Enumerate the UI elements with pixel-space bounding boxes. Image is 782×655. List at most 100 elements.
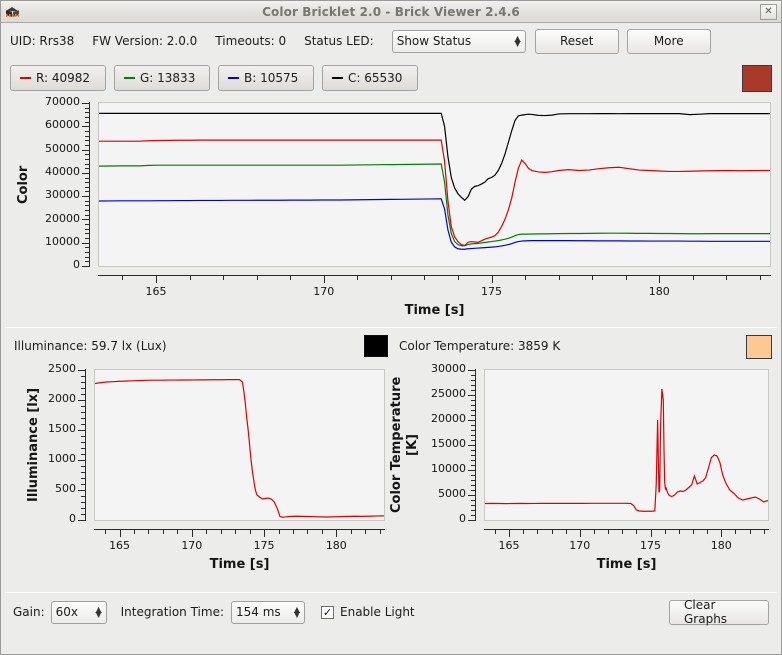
color-y-minor-tick [85, 187, 89, 188]
color_temperature-y-minor-tick [471, 380, 475, 381]
illuminance-x-major-tick [120, 530, 121, 537]
enable-light-checkbox[interactable]: ✓ [321, 605, 334, 619]
color-traces [99, 112, 770, 250]
color_temperature-x-tick-label: 175 [640, 539, 662, 552]
illuminance-x-minor-tick [279, 530, 280, 534]
legend-button-b[interactable]: B: 10575 [218, 65, 314, 91]
color_temperature-x-major-tick [509, 530, 510, 537]
color_temperature-x-minor-tick [537, 530, 538, 534]
illuminance-x-minor-tick [177, 530, 178, 534]
color-y-major-tick [82, 196, 89, 197]
color_temperature-y-minor-tick [471, 415, 475, 416]
color_temperature-y-minor-tick [471, 455, 475, 456]
color_temperature-y-minor-tick [471, 510, 475, 511]
settings-bar: Gain: 60x ▲ ▼ Integration Time: 154 ms ▲ ▼… [1, 593, 781, 631]
illuminance-x-tick-label: 175 [253, 539, 275, 552]
color-x-minor-tick [626, 276, 627, 280]
color_temperature-x-minor-tick [622, 530, 623, 534]
illuminance-swatch [364, 335, 388, 357]
illuminance-x-major-tick [192, 530, 193, 537]
color-x-minor-tick [592, 276, 593, 280]
color_temperature-y-minor-tick [471, 390, 475, 391]
legend-button-c[interactable]: C: 65530 [322, 65, 418, 91]
color_temperature-x-minor-tick [594, 530, 595, 534]
color_temperature-x-major-tick [580, 530, 581, 537]
color_temperature-y-minor-tick [471, 435, 475, 436]
color_temperature-y-major-tick [468, 395, 475, 396]
illuminance-y-axis-title: Illuminance [lx] [26, 387, 41, 503]
status-led-value: Show Status [396, 34, 472, 48]
color-y-major-tick [82, 219, 89, 220]
bottom-charts: 0 500 1000 1500 2000 2500 165 170 175 180 Illumina… [1, 362, 781, 592]
more-button[interactable]: More [626, 28, 711, 54]
color-x-axis-line [98, 275, 771, 276]
illuminance-x-axis-title: Time [s] [209, 557, 270, 572]
illuminance-x-tick-label: 170 [181, 539, 203, 552]
status-led-select[interactable]: Show Status ▲ ▼ [391, 29, 526, 53]
illuminance-y-minor-tick [81, 436, 85, 437]
color_temperature-y-minor-tick [471, 440, 475, 441]
color-x-minor-tick [223, 276, 224, 280]
illuminance-y-minor-tick [81, 388, 85, 389]
color_temperature-x-tick-label: 180 [710, 539, 732, 552]
integration-time-select[interactable]: 154 ms ▲ ▼ [231, 600, 305, 624]
color-x-tick-label: 180 [648, 285, 670, 298]
color-x-minor-tick [559, 276, 560, 280]
color-plot-area [98, 102, 771, 267]
color-chart: 0 10000 20000 30000 40000 50000 60000 70000 165 1… [1, 95, 781, 327]
illuminance-x-minor-tick [293, 530, 294, 534]
legend-color-swatch-c [332, 77, 343, 79]
color-y-minor-tick [85, 201, 89, 202]
illuminance-x-tick-label: 180 [325, 539, 347, 552]
color-x-minor-tick [290, 276, 291, 280]
color-x-major-tick [659, 276, 660, 283]
firmware-version-label: FW Version: 2.0.0 [92, 34, 198, 48]
illuminance-y-tick-label: 0 [69, 512, 76, 526]
color-y-tick-label: 30000 [45, 188, 80, 202]
chevron-updown-icon: ▲ ▼ [95, 605, 102, 619]
color-x-tick-label: 170 [313, 285, 335, 298]
illuminance-x-minor-tick [148, 530, 149, 534]
color-y-minor-tick [85, 117, 89, 118]
gain-select[interactable]: 60x ▲ ▼ [50, 600, 107, 624]
illuminance-traces [95, 379, 384, 518]
color-y-minor-tick [85, 140, 89, 141]
color_temperature-x-minor-tick [750, 530, 751, 534]
color_temperature-x-minor-tick [608, 530, 609, 534]
legend-button-r[interactable]: R: 40982 [10, 65, 106, 91]
gain-label: Gain: [13, 605, 45, 619]
illuminance-y-minor-tick [81, 448, 85, 449]
color-temperature-swatch [746, 335, 772, 359]
illuminance-y-tick-label: 2000 [48, 392, 76, 406]
illuminance-x-minor-tick [380, 530, 381, 534]
color_temperature-x-tick-label: 170 [569, 539, 591, 552]
color-y-major-tick [82, 126, 89, 127]
color_temperature-y-minor-tick [471, 505, 475, 506]
clear-graphs-button[interactable]: Clear Graphs [669, 598, 769, 626]
color-y-minor-tick [85, 182, 89, 183]
integration-time-label: Integration Time: [120, 605, 224, 619]
current-color-swatch [742, 65, 772, 92]
measurement-info-row: Illuminance: 59.7 lx (Lux) Color Tempera… [1, 328, 781, 364]
illuminance-y-minor-tick [81, 394, 85, 395]
illuminance-x-minor-tick [105, 530, 106, 534]
reset-button[interactable]: Reset [534, 28, 619, 54]
color_temperature-y-tick-label: 30000 [431, 362, 466, 376]
color-y-minor-tick [85, 229, 89, 230]
color_temperature-x-minor-tick [636, 530, 637, 534]
color_temperature-x-axis-line [484, 529, 769, 530]
color_temperature-y-minor-tick [471, 385, 475, 386]
color_temperature-x-minor-tick [735, 530, 736, 534]
color_temperature-y-major-tick [468, 445, 475, 446]
color_temperature-y-tick-label: 20000 [431, 412, 466, 426]
integration-time-value: 154 ms [236, 605, 281, 619]
close-icon[interactable]: ✕ [760, 3, 777, 20]
color-y-major-tick [82, 266, 89, 267]
color-y-minor-tick [85, 205, 89, 206]
timeouts-label: Timeouts: 0 [215, 34, 287, 48]
color-y-minor-tick [85, 159, 89, 160]
legend-button-g[interactable]: G: 13833 [114, 65, 210, 91]
color_temperature-y-major-tick [468, 520, 475, 521]
color-y-minor-tick [85, 145, 89, 146]
illuminance-x-minor-tick [351, 530, 352, 534]
